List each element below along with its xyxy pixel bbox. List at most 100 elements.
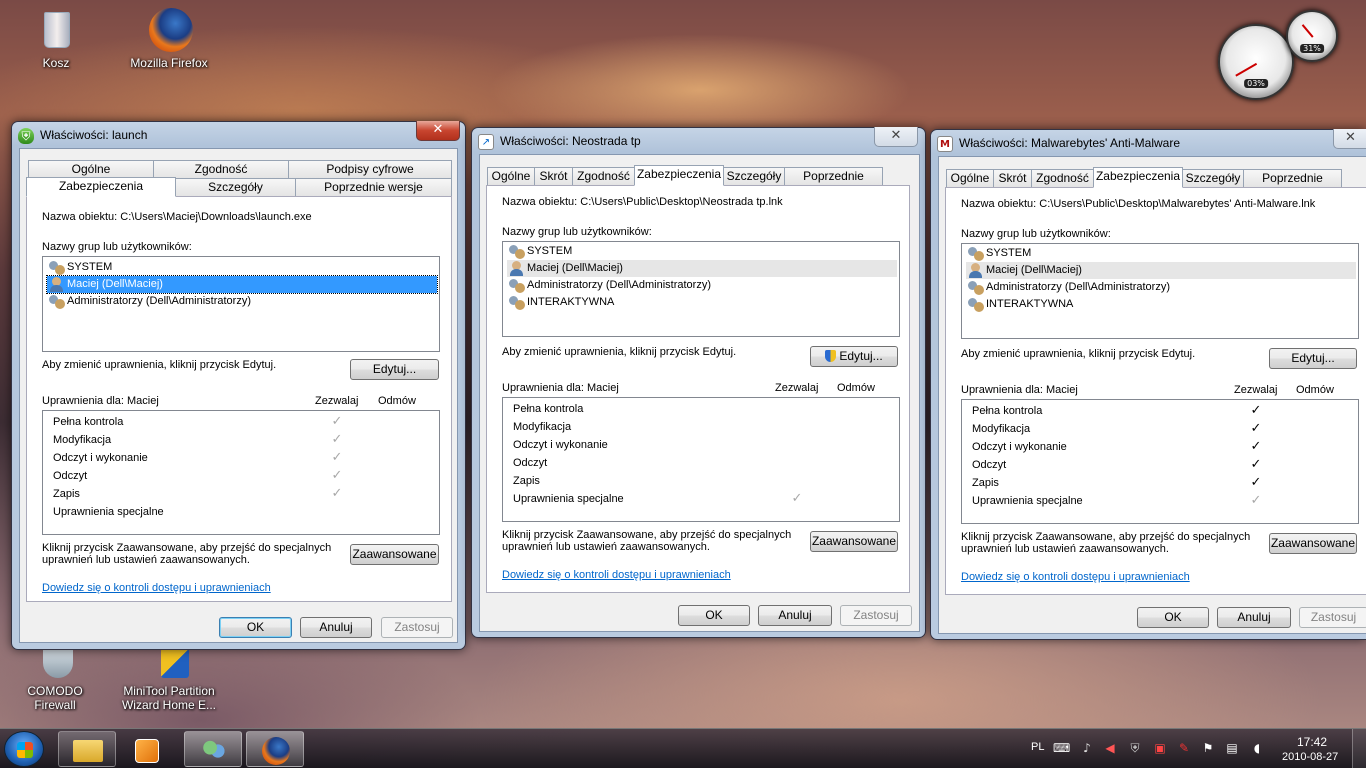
speaker-icon[interactable]: ♪ xyxy=(1080,741,1094,755)
taskbar-media-player[interactable] xyxy=(118,731,176,767)
list-item[interactable]: INTERAKTYWNA xyxy=(507,294,897,311)
deny-column-header: Odmów xyxy=(837,382,875,394)
tab-compatibility[interactable]: Zgodność xyxy=(1031,169,1094,188)
edit-button[interactable]: Edytuj... xyxy=(810,346,898,367)
change-permissions-text: Aby zmienić uprawnienia, kliknij przycis… xyxy=(502,346,737,358)
antivirus-icon[interactable]: ✎ xyxy=(1177,741,1191,755)
network-icon[interactable]: ▤ xyxy=(1225,741,1239,755)
title-bar[interactable]: ↗ Właściwości: Neostrada tp ✕ xyxy=(472,127,925,154)
tab-security[interactable]: Zabezpieczenia xyxy=(634,165,724,186)
properties-dialog-launch[interactable]: ⛨ Właściwości: launch ✕ Ogólne Zgodność … xyxy=(11,121,466,650)
close-button[interactable]: ✕ xyxy=(416,121,460,141)
tab-previous-versions[interactable]: Poprzednie wersje xyxy=(784,167,883,200)
minitool-icon xyxy=(147,646,191,680)
cancel-button[interactable]: Anuluj xyxy=(300,617,372,638)
close-button[interactable]: ✕ xyxy=(1333,129,1366,149)
users-group-icon xyxy=(509,295,525,310)
cpu-reading: 03% xyxy=(1244,78,1268,88)
cpu-meter-gadget[interactable]: 03% xyxy=(1218,24,1294,100)
list-item[interactable]: INTERAKTYWNA xyxy=(966,296,1356,313)
list-item[interactable]: SYSTEM xyxy=(966,245,1356,262)
show-desktop-button[interactable] xyxy=(1352,729,1366,768)
advanced-button[interactable]: Zaawansowane xyxy=(350,544,439,565)
permissions-list[interactable]: Pełna kontrola Modyfikacja Odczyt i wyko… xyxy=(502,397,900,522)
learn-access-control-link[interactable]: Dowiedz się o kontroli dostępu i uprawni… xyxy=(961,571,1190,583)
action-center-flag-icon[interactable]: ⚑ xyxy=(1201,741,1215,755)
start-button[interactable] xyxy=(4,731,44,767)
apply-button[interactable]: Zastosuj xyxy=(840,605,912,626)
desktop-icon-recycle-bin[interactable]: Kosz xyxy=(11,8,101,70)
desktop-icon-comodo[interactable]: COMODO Firewall xyxy=(10,646,100,712)
clock-date[interactable]: 2010-08-27 xyxy=(1282,751,1338,763)
edit-button[interactable]: Edytuj... xyxy=(350,359,439,380)
users-list[interactable]: SYSTEM Maciej (Dell\Maciej) Administrato… xyxy=(961,243,1359,339)
tab-digital-signatures[interactable]: Podpisy cyfrowe xyxy=(288,160,452,179)
security-shield-icon[interactable]: ⛨ xyxy=(1128,741,1142,755)
users-list[interactable]: SYSTEM Maciej (Dell\Maciej) Administrato… xyxy=(42,256,440,352)
learn-access-control-link[interactable]: Dowiedz się o kontroli dostępu i uprawni… xyxy=(42,582,271,594)
list-item[interactable]: SYSTEM xyxy=(47,259,437,276)
permission-row: Zapis xyxy=(53,488,80,500)
keyboard-icon[interactable]: ⌨ xyxy=(1053,741,1070,755)
tab-general[interactable]: Ogólne xyxy=(946,169,994,188)
cancel-button[interactable]: Anuluj xyxy=(1217,607,1291,628)
permission-row: Uprawnienia specjalne xyxy=(972,495,1083,507)
tab-details[interactable]: Szczegóły xyxy=(1182,169,1244,188)
list-item[interactable]: Administratorzy (Dell\Administratorzy) xyxy=(507,277,897,294)
ok-button[interactable]: OK xyxy=(1137,607,1209,628)
permission-row: Odczyt i wykonanie xyxy=(513,439,608,451)
list-item-selected[interactable]: Maciej (Dell\Maciej) xyxy=(46,275,438,294)
memory-meter-gadget[interactable]: 31% xyxy=(1286,10,1338,62)
learn-access-control-link[interactable]: Dowiedz się o kontroli dostępu i uprawni… xyxy=(502,569,731,581)
list-item[interactable]: Administratorzy (Dell\Administratorzy) xyxy=(966,279,1356,296)
tab-shortcut[interactable]: Skrót xyxy=(993,169,1032,188)
properties-dialog-neostrada[interactable]: ↗ Właściwości: Neostrada tp ✕ Ogólne Skr… xyxy=(471,127,926,638)
properties-dialog-malwarebytes[interactable]: M Właściwości: Malwarebytes' Anti-Malwar… xyxy=(930,129,1366,640)
cancel-button[interactable]: Anuluj xyxy=(758,605,832,626)
tab-general[interactable]: Ogólne xyxy=(487,167,535,186)
list-item[interactable]: Administratorzy (Dell\Administratorzy) xyxy=(47,293,437,310)
users-list[interactable]: SYSTEM Maciej (Dell\Maciej) Administrato… xyxy=(502,241,900,337)
list-item-selected[interactable]: Maciej (Dell\Maciej) xyxy=(507,260,897,277)
user-icon xyxy=(49,277,65,292)
close-button[interactable]: ✕ xyxy=(874,127,918,147)
permission-row: Modyfikacja xyxy=(972,423,1031,435)
desktop-icon-minitool[interactable]: MiniTool Partition Wizard Home E... xyxy=(118,646,220,712)
tab-compatibility[interactable]: Zgodność xyxy=(572,167,635,186)
title-bar[interactable]: ⛨ Właściwości: launch ✕ xyxy=(12,121,465,148)
tab-previous-versions[interactable]: Poprzednie wersje xyxy=(295,178,452,197)
ok-button[interactable]: OK xyxy=(678,605,750,626)
apply-button[interactable]: Zastosuj xyxy=(381,617,453,638)
check-icon: ✓ xyxy=(331,414,343,429)
taskbar-explorer[interactable] xyxy=(58,731,116,767)
tab-details[interactable]: Szczegóły xyxy=(723,167,785,186)
permissions-list[interactable]: Pełna kontrola Modyfikacja Odczyt i wyko… xyxy=(42,410,440,535)
title-bar[interactable]: M Właściwości: Malwarebytes' Anti-Malwar… xyxy=(931,129,1366,156)
volume-icon[interactable]: ◖ xyxy=(1250,741,1264,755)
advanced-button[interactable]: Zaawansowane xyxy=(1269,533,1357,554)
clock-time[interactable]: 17:42 xyxy=(1297,735,1327,749)
permission-row: Pełna kontrola xyxy=(53,416,124,428)
desktop-icon-label: MiniTool Partition Wizard Home E... xyxy=(121,684,217,712)
edit-button[interactable]: Edytuj... xyxy=(1269,348,1357,369)
tab-security[interactable]: Zabezpieczenia xyxy=(1093,167,1183,188)
volume-muted-icon[interactable]: ◀ xyxy=(1103,741,1117,755)
tab-previous-versions[interactable]: Poprzednie wersje xyxy=(1243,169,1342,202)
list-item[interactable]: SYSTEM xyxy=(507,243,897,260)
comodo-icon[interactable]: ▣ xyxy=(1153,741,1167,755)
permission-row: Odczyt i wykonanie xyxy=(972,441,1067,453)
desktop-icon-firefox[interactable]: Mozilla Firefox xyxy=(124,8,214,70)
tab-details[interactable]: Szczegóły xyxy=(175,178,296,197)
permissions-list[interactable]: Pełna kontrola Modyfikacja Odczyt i wyko… xyxy=(961,399,1359,524)
taskbar-users-window[interactable] xyxy=(184,731,242,767)
tab-shortcut[interactable]: Skrót xyxy=(534,167,573,186)
desktop-icon-label: Mozilla Firefox xyxy=(130,56,208,70)
ok-button[interactable]: OK xyxy=(219,617,292,638)
advanced-text: Kliknij przycisk Zaawansowane, aby przej… xyxy=(502,529,792,553)
taskbar-firefox[interactable] xyxy=(246,731,304,767)
apply-button[interactable]: Zastosuj xyxy=(1299,607,1366,628)
advanced-button[interactable]: Zaawansowane xyxy=(810,531,898,552)
language-indicator[interactable]: PL xyxy=(1031,741,1044,753)
list-item-selected[interactable]: Maciej (Dell\Maciej) xyxy=(966,262,1356,279)
tab-security[interactable]: Zabezpieczenia xyxy=(26,177,176,197)
